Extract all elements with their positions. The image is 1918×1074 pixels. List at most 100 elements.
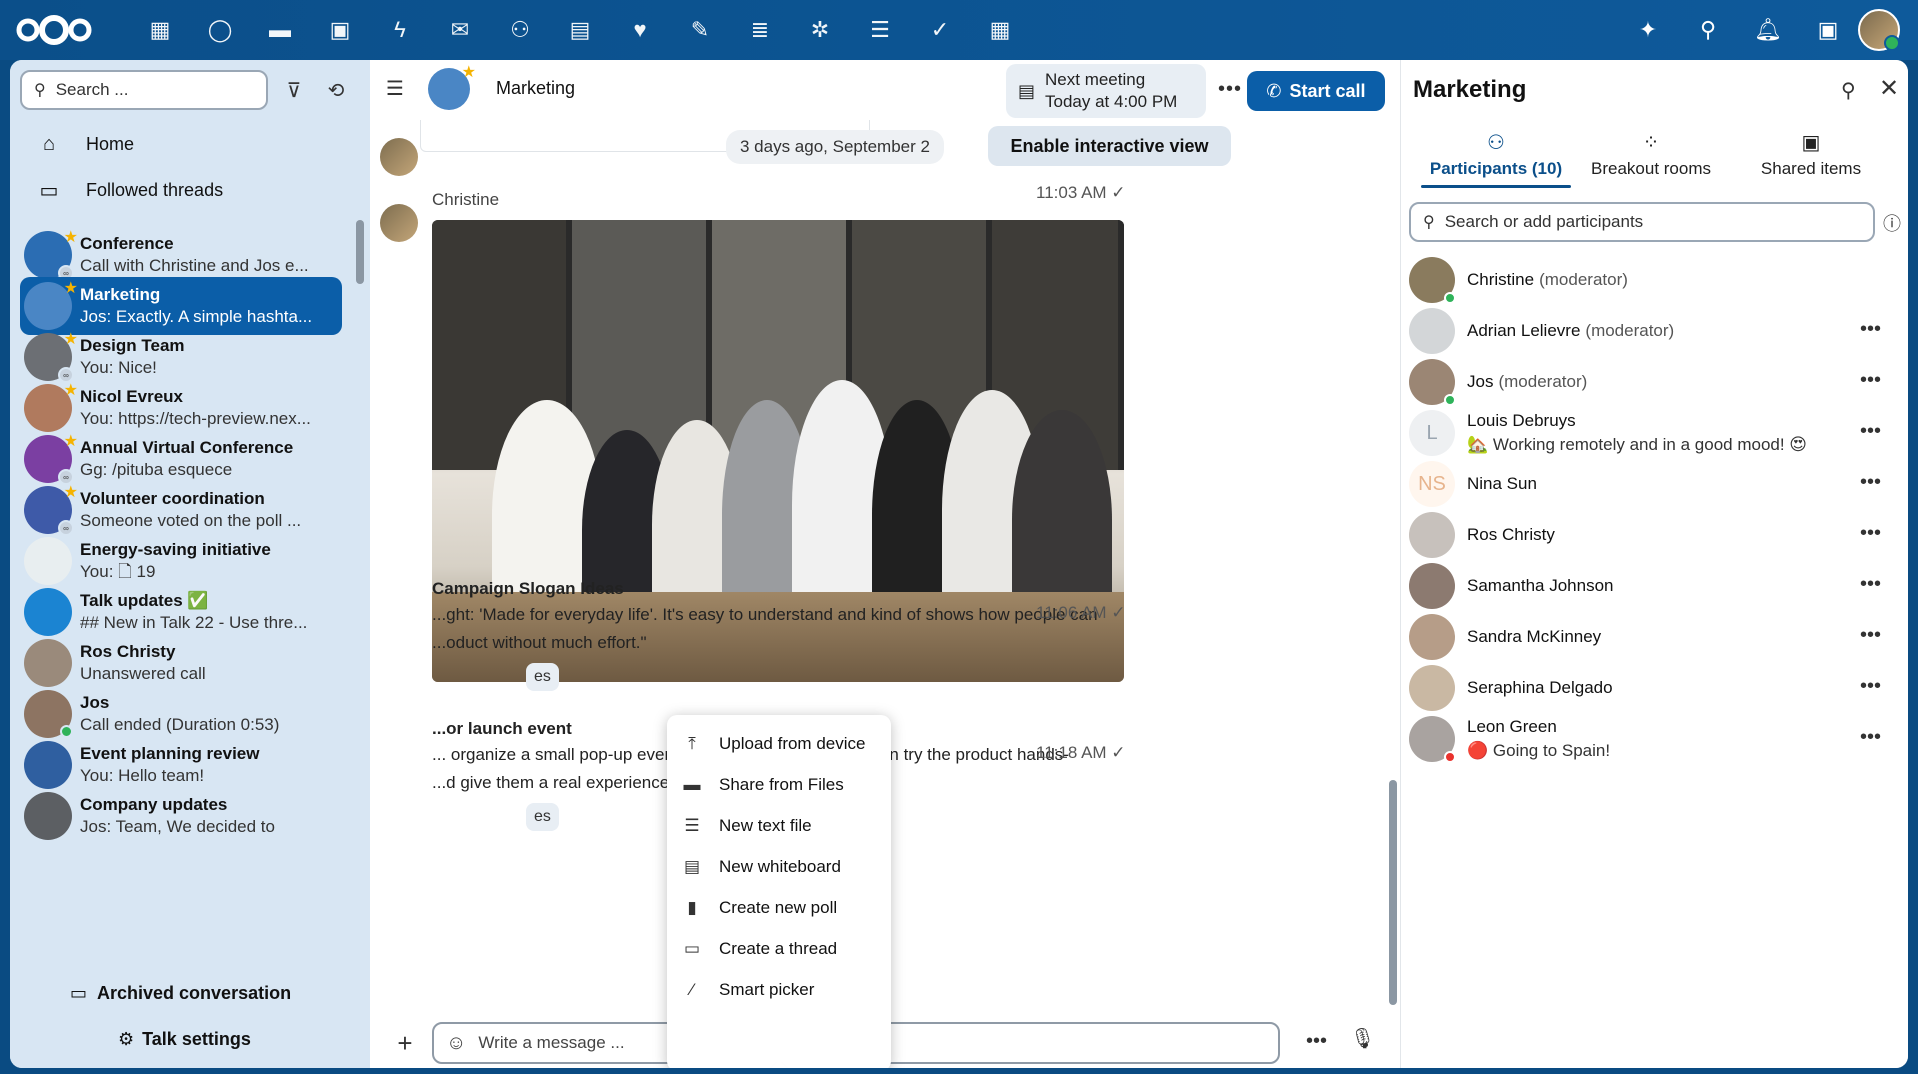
conversation-item[interactable]: ★ ∞ Annual Virtual Conference Gg: /pituba e…	[20, 430, 342, 488]
participant-row[interactable]: L Louis Debruys 🏡 Working remotely and in …	[1409, 408, 1899, 458]
previous-author-avatar[interactable]	[380, 138, 418, 176]
participant-row[interactable]: NS Nina Sun •••	[1409, 459, 1899, 509]
conversation-name: Conference	[80, 234, 174, 253]
participant-menu-icon[interactable]: •••	[1860, 522, 1881, 545]
menu-item[interactable]: ▤ New whiteboard	[667, 846, 891, 887]
menu-item[interactable]: ⁄ Smart picker	[667, 969, 891, 1010]
thread-title[interactable]: ...or launch event	[432, 715, 572, 743]
conversation-item[interactable]: Jos Call ended (Duration 0:53)	[20, 685, 342, 743]
thread-title[interactable]: Campaign Slogan Ideas	[432, 575, 624, 603]
photos-icon[interactable]: ▣	[310, 10, 370, 50]
menu-item[interactable]: ▮ Create new poll	[667, 887, 891, 928]
participant-menu-icon[interactable]: •••	[1860, 573, 1881, 596]
talk-icon[interactable]: ◯	[190, 10, 250, 50]
participant-menu-icon[interactable]: •••	[1860, 420, 1881, 443]
nav-home[interactable]: ⌂ Home	[36, 128, 134, 160]
menu-item[interactable]: ▬ Share from Files	[667, 764, 891, 805]
participant-menu-icon[interactable]: •••	[1860, 318, 1881, 341]
conversation-item[interactable]: ★ ∞ Design Team You: Nice!	[20, 328, 342, 386]
participant-menu-icon[interactable]: •••	[1860, 369, 1881, 392]
nav-followed-label: Followed threads	[86, 179, 224, 200]
participant-row[interactable]: Jos (moderator) •••	[1409, 357, 1899, 407]
next-meeting-button[interactable]: ▤ Next meeting Today at 4:00 PM	[1006, 64, 1206, 118]
menu-item[interactable]: ⤒ Upload from device	[667, 723, 891, 764]
deck-icon[interactable]: ≣	[730, 10, 790, 50]
activity-icon[interactable]: ϟ	[370, 10, 430, 50]
tab-shared-items[interactable]: ▣ Shared items	[1741, 130, 1881, 179]
mail-icon[interactable]: ✉	[430, 10, 490, 50]
conversation-item[interactable]: ★ Marketing Jos: Exactly. A simple hashta.…	[20, 277, 342, 335]
search-icon[interactable]: ⚲	[1841, 78, 1856, 103]
notifications-icon[interactable]: 🔔︎	[1738, 8, 1798, 52]
assistant-sparkle-icon[interactable]: ✦	[1618, 8, 1678, 52]
participant-row[interactable]: Christine (moderator)	[1409, 255, 1899, 305]
participant-row[interactable]: Seraphina Delgado •••	[1409, 663, 1899, 713]
conversation-item[interactable]: Ros Christy Unanswered call	[20, 634, 342, 692]
contacts-icon[interactable]: ⚇	[490, 10, 550, 50]
conversation-item[interactable]: ★ ∞ Volunteer coordination Someone voted on…	[20, 481, 342, 539]
conversation-item[interactable]: Energy-saving initiative You: 🗋 19	[20, 532, 342, 590]
ai-assistant-icon[interactable]: ✲	[790, 10, 850, 50]
menu-item[interactable]: ▭ Create a thread	[667, 928, 891, 969]
start-call-button[interactable]: ✆ Start call	[1247, 71, 1385, 111]
participant-row[interactable]: Samantha Johnson •••	[1409, 561, 1899, 611]
conversation-avatar	[24, 690, 73, 738]
files-icon[interactable]: ▬	[250, 10, 310, 50]
menu-item[interactable]: ☰ New text file	[667, 805, 891, 846]
participant-menu-icon[interactable]: •••	[1860, 675, 1881, 698]
participant-menu-icon[interactable]: •••	[1860, 726, 1881, 749]
calendar-icon[interactable]: ▤	[550, 10, 610, 50]
conversation-item[interactable]: Talk updates ✅ ## New in Talk 22 - Use th…	[20, 583, 342, 641]
tasks-icon[interactable]: ✓	[910, 10, 970, 50]
dashboard-icon[interactable]: ▦	[130, 10, 190, 50]
tab-breakout-rooms[interactable]: ⁘ Breakout rooms	[1581, 130, 1721, 179]
nav-followed-threads[interactable]: ▭ Followed threads	[36, 174, 224, 206]
archived-conversations-button[interactable]: ▭ Archived conversation	[70, 983, 291, 1004]
chat-scrollbar[interactable]	[1389, 780, 1397, 1005]
participant-row[interactable]: Sandra McKinney •••	[1409, 612, 1899, 662]
conversation-avatar[interactable]: ★	[428, 64, 476, 110]
participant-row[interactable]: Adrian Lelievre (moderator) •••	[1409, 306, 1899, 356]
conversation-item[interactable]: Event planning review You: Hello team!	[20, 736, 342, 794]
search-icon[interactable]: ⚲	[1678, 8, 1738, 52]
add-attachment-button[interactable]: +	[388, 1026, 422, 1060]
user-avatar[interactable]	[1858, 9, 1900, 51]
talk-settings-label: Talk settings	[142, 1029, 251, 1049]
conversation-title[interactable]: Marketing	[496, 78, 575, 99]
participant-menu-icon[interactable]: •••	[1860, 471, 1881, 494]
tab-participants[interactable]: ⚇ Participants (10)	[1421, 130, 1571, 188]
close-icon[interactable]: ✕	[1879, 74, 1899, 103]
thread-replies-chip[interactable]: es	[526, 663, 559, 691]
nextcloud-logo[interactable]	[14, 12, 94, 48]
enable-interactive-view-button[interactable]: Enable interactive view	[988, 126, 1231, 166]
list-icon[interactable]: ☰	[850, 10, 910, 50]
emoji-icon[interactable]: ☺	[446, 1032, 466, 1055]
contacts-menu-icon[interactable]: ▣	[1798, 8, 1858, 52]
participant-menu-icon[interactable]: •••	[1860, 624, 1881, 647]
conversation-item[interactable]: ★ Nicol Evreux You: https://tech-preview.n…	[20, 379, 342, 437]
conversation-menu-icon[interactable]: •••	[1218, 78, 1242, 101]
conversation-item[interactable]: Company updates Jos: Team, We decided to	[20, 787, 342, 845]
tables-icon[interactable]: ▦	[970, 10, 1030, 50]
microphone-icon[interactable]: 🎙︎	[1350, 1026, 1375, 1051]
conversation-text: Talk updates ✅ ## New in Talk 22 - Use th…	[80, 590, 336, 634]
talk-settings-button[interactable]: ⚙ Talk settings	[118, 1029, 251, 1050]
conversation-search-input[interactable]: ⚲ Search ...	[20, 70, 268, 110]
health-icon[interactable]: ♥	[610, 10, 670, 50]
conversation-item[interactable]: ★ ∞ Conference Call with Christine and Jos …	[20, 226, 342, 284]
info-icon[interactable]: ⓘ	[1883, 210, 1901, 236]
author-avatar[interactable]	[380, 204, 418, 242]
filter-icon[interactable]: ⊽	[276, 72, 312, 108]
participant-role: (moderator)	[1539, 270, 1628, 289]
new-conversation-icon[interactable]: ⟲	[318, 72, 354, 108]
participant-info: Adrian Lelievre (moderator)	[1467, 321, 1674, 341]
participant-row[interactable]: Ros Christy •••	[1409, 510, 1899, 560]
notes-icon[interactable]: ✎	[670, 10, 730, 50]
participant-avatar	[1409, 257, 1456, 304]
thread-replies-chip[interactable]: es	[526, 803, 559, 831]
participant-search-input[interactable]: ⚲ Search or add participants	[1409, 202, 1875, 242]
sidebar-scrollbar[interactable]	[356, 220, 364, 284]
toggle-sidebar-icon[interactable]: ☰	[386, 76, 404, 101]
composer-more-icon[interactable]: •••	[1306, 1030, 1327, 1053]
participant-row[interactable]: Leon Green 🔴 Going to Spain! •••	[1409, 714, 1899, 764]
